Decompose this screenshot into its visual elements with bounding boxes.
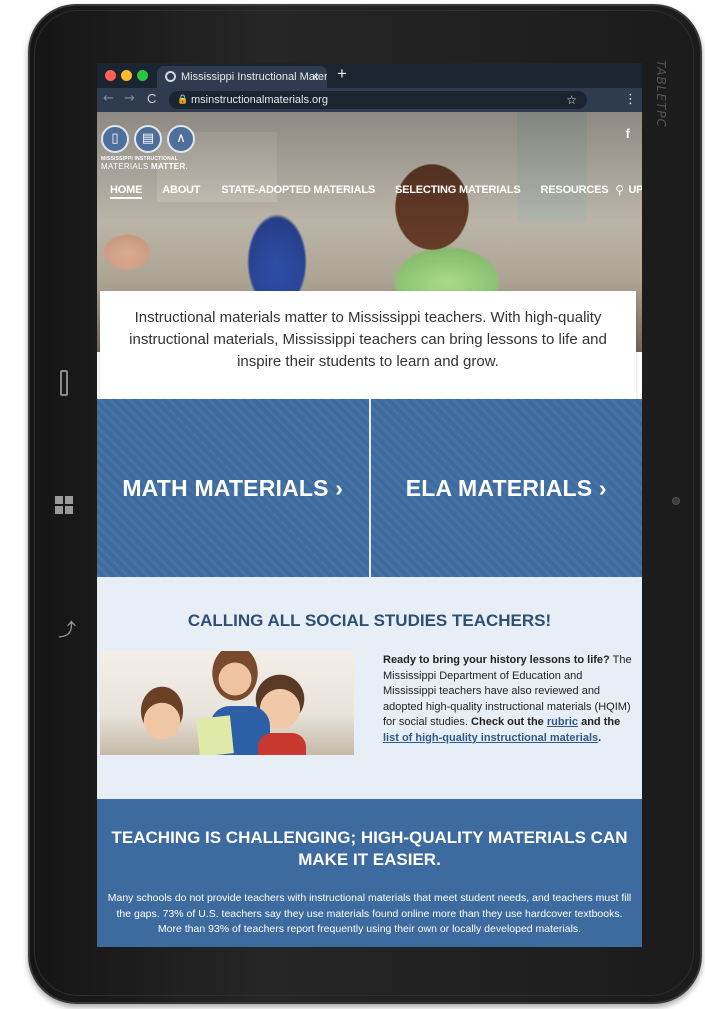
nav-home[interactable]: HOME [110,184,142,199]
social-lead: Ready to bring your history lessons to l… [383,654,610,666]
social-and-the: and the [578,716,621,728]
window-maximize-icon[interactable] [137,70,148,81]
window-close-icon[interactable] [105,70,116,81]
camera-icon [672,497,680,505]
challenge-body: Many schools do not provide teachers wit… [107,892,632,935]
book-logo-icon: ▤ [134,125,162,153]
social-cta: Check out the [471,716,547,728]
lock-icon: 🔒 [177,95,189,105]
tab-close-icon[interactable]: × [312,66,319,88]
facebook-icon[interactable]: f [626,126,630,141]
nav-resources[interactable]: RESOURCES [541,184,609,199]
social-studies-text: Ready to bring your history lessons to l… [383,653,633,746]
search-icon[interactable]: ⚲ [615,183,624,197]
browser-tab[interactable]: Mississippi Instructional Materi × [157,66,327,88]
favicon-icon [165,71,176,82]
bookmark-star-icon[interactable]: ☆ [566,91,577,109]
browser-menu-icon[interactable]: ⋮ [624,91,637,107]
hardware-back-icon[interactable] [60,370,68,396]
challenge-heading: TEACHING IS CHALLENGING; HIGH-QUALITY MA… [111,828,628,869]
tab-title: Mississippi Instructional Materi [181,71,327,83]
nav-selecting-materials[interactable]: SELECTING MATERIALS [395,184,521,199]
social-studies-section: CALLING ALL SOCIAL STUDIES TEACHERS! Rea… [97,577,642,799]
site-logo[interactable]: ▯ ▤ ∧ MISSISSIPPI INSTRUCTIONAL MATERIAL… [101,125,201,171]
back-icon[interactable]: ← [103,91,114,106]
hqim-list-link[interactable]: list of high-quality instructional mater… [383,732,598,744]
challenge-section: TEACHING IS CHALLENGING; HIGH-QUALITY MA… [97,799,642,947]
teacher-students-photo [100,651,354,755]
new-tab-button[interactable]: + [337,64,347,84]
math-materials-link[interactable]: MATH MATERIALS › [97,399,369,577]
social-studies-heading: CALLING ALL SOCIAL STUDIES TEACHERS! [187,611,552,630]
intro-card: Instructional materials matter to Missis… [100,291,636,399]
browser-tab-bar: Mississippi Instructional Materi × + [97,63,642,88]
logo-line2-bold: MATTER. [150,162,189,171]
url-text: msinstructionalmaterials.org [191,94,328,106]
ela-materials-link[interactable]: ELA MATERIALS › [368,399,642,577]
materials-tiles: MATH MATERIALS › ELA MATERIALS › [97,399,642,577]
window-minimize-icon[interactable] [121,70,132,81]
social-period: . [598,731,602,744]
nav-state-adopted-materials[interactable]: STATE-ADOPTED MATERIALS [221,184,375,199]
main-nav: HOME ABOUT STATE-ADOPTED MATERIALS SELEC… [110,184,642,199]
photo-detail-book [196,715,234,755]
forward-icon[interactable]: → [124,91,135,106]
address-bar[interactable]: 🔒 msinstructionalmaterials.org ☆ [169,91,587,109]
tablet-logo-icon: ▯ [101,125,129,153]
hardware-rotate-icon[interactable]: ⤴ [58,616,76,642]
tablet-brand-label: TABLETPC [654,60,668,128]
compass-logo-icon: ∧ [167,125,195,153]
browser-toolbar: ← → C 🔒 msinstructionalmaterials.org ☆ ⋮ [97,88,642,112]
browser-screen: Mississippi Instructional Materi × + ← →… [97,63,642,947]
windows-logo-icon[interactable] [55,496,73,514]
reload-icon[interactable]: C [147,91,156,106]
rubric-link[interactable]: rubric [547,716,578,728]
nav-about[interactable]: ABOUT [162,184,200,199]
logo-line2: MATERIALS MATTER. [101,162,201,171]
nav-updates[interactable]: UPDATES [628,184,642,199]
photo-detail-shirt-red [258,733,306,755]
logo-line2-text: MATERIALS [101,162,151,171]
